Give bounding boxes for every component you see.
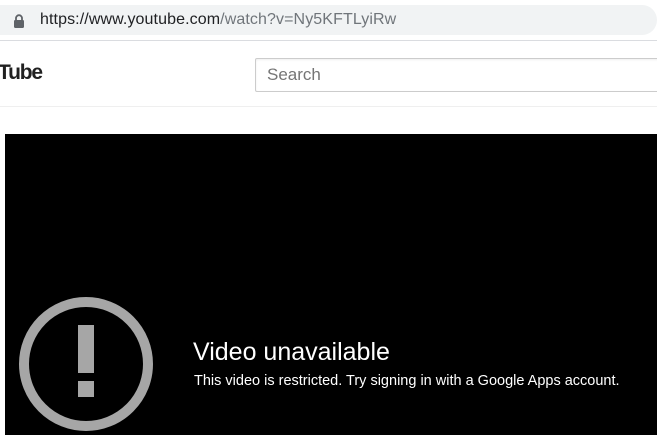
url-host: https://www.youtube.com <box>40 11 221 28</box>
error-message: This video is restricted. Try signing in… <box>194 373 620 389</box>
youtube-logo[interactable]: Tube <box>0 61 43 85</box>
exclamation-circle-icon <box>19 297 153 431</box>
lock-icon[interactable] <box>13 14 25 28</box>
url-path: /watch?v=Ny5KFTLyiRw <box>220 11 397 28</box>
browser-address-bar: https://www.youtube.com/watch?v=Ny5KFTLy… <box>0 0 657 41</box>
error-title: Video unavailable <box>193 338 390 366</box>
search-input[interactable] <box>255 58 657 92</box>
url-field[interactable]: https://www.youtube.com/watch?v=Ny5KFTLy… <box>0 5 657 35</box>
video-player[interactable]: Video unavailable This video is restrict… <box>5 134 657 435</box>
youtube-masthead: Tube <box>0 41 657 107</box>
url-text[interactable]: https://www.youtube.com/watch?v=Ny5KFTLy… <box>40 11 396 29</box>
